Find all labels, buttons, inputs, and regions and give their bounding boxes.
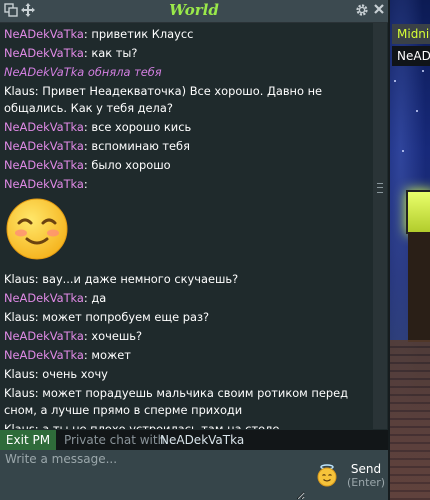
gear-icon[interactable] <box>354 3 370 19</box>
close-icon[interactable] <box>371 3 387 19</box>
message-author[interactable]: Klaus <box>4 272 35 286</box>
input-bar: Send (Enter) <box>0 450 388 500</box>
message-text: может попробуем еще раз? <box>42 310 210 324</box>
message-text: да <box>91 291 107 305</box>
message-author[interactable]: NeADekVaTka <box>4 348 84 362</box>
message-author[interactable]: NeADekVaTka <box>4 46 84 60</box>
message-text: может порадуешь мальчика своим ротиком п… <box>4 386 348 417</box>
chat-message: Klaus: очень хочу <box>4 367 108 381</box>
chat-message: Klaus: вау...и даже немного скучаешь? <box>4 272 239 286</box>
message-input[interactable] <box>0 450 305 500</box>
floor-boards <box>388 340 430 500</box>
chat-titlebar[interactable]: World <box>0 0 388 23</box>
chat-message: NeADekVaTka: может <box>4 348 131 362</box>
message-text: Привет Неадекваточка) Все хорошо. Давно … <box>4 84 323 115</box>
scrollbar[interactable] <box>373 23 387 429</box>
message-text: вау...и даже немного скучаешь? <box>42 272 239 286</box>
message-text: обняла тебя <box>87 65 162 79</box>
message-author[interactable]: NeADekVaTka <box>4 139 84 153</box>
send-label: Send <box>350 462 382 476</box>
message-list[interactable]: NeADekVaTka: приветик Клаусс NeADekVaTka:… <box>0 23 372 429</box>
message-author[interactable]: NeADekVaTka <box>4 120 84 134</box>
message-text: может <box>91 348 131 362</box>
chat-message: NeADekVaTka: вспоминаю тебя <box>4 139 190 153</box>
message-author[interactable]: NeADekVaTka <box>4 65 84 79</box>
message-author[interactable]: Klaus <box>4 367 35 381</box>
chat-window: World NeADekVaTka: приветик Клаусс NeADek… <box>0 0 390 500</box>
lamp-post <box>408 232 430 342</box>
lamp-light <box>406 190 430 234</box>
message-text: хочешь? <box>91 329 143 343</box>
exit-pm-button[interactable]: Exit PM <box>0 430 56 450</box>
private-chat-nick[interactable]: NeADekVaTka <box>160 430 244 450</box>
chat-message: NeADekVaTka: приветик Клаусс <box>4 27 194 41</box>
game-background <box>388 0 430 500</box>
angel-emoji-icon[interactable] <box>315 463 339 487</box>
chat-message: Klaus: может порадуешь мальчика своим ро… <box>4 386 348 417</box>
chat-message: NeADekVaTka: все хорошо кись <box>4 120 192 134</box>
message-author[interactable]: NeADekVaTka <box>4 291 84 305</box>
chat-message: NeADekVaTka обняла тебя <box>4 63 368 82</box>
chat-message: NeADekVaTka: <box>4 175 368 270</box>
message-text: приветик Клаусс <box>91 27 194 41</box>
message-author[interactable]: NeADekVaTka <box>4 158 84 172</box>
message-text: а ты не плохо устроилась там на столе <box>42 422 280 429</box>
chat-message: NeADekVaTka: как ты? <box>4 46 138 60</box>
private-chat-label: Private chat with <box>64 433 166 447</box>
blushing-smile-emoji-icon <box>5 197 69 261</box>
chat-message: Klaus: Привет Неадекваточка) Все хорошо.… <box>4 84 323 115</box>
message-text: вспоминаю тебя <box>91 139 190 153</box>
room-tab[interactable]: Midnight <box>392 24 430 44</box>
message-text: как ты? <box>91 46 138 60</box>
message-author[interactable]: NeADekVaTka <box>4 177 84 191</box>
chat-message: Klaus: а ты не плохо устроилась там на с… <box>4 420 368 429</box>
message-author[interactable]: Klaus <box>4 422 35 429</box>
message-author[interactable]: NeADekVaTka <box>4 27 84 41</box>
message-text: очень хочу <box>42 367 108 381</box>
window-title: World <box>169 1 219 19</box>
user-name-tab[interactable]: NeADekVaTka <box>392 46 430 66</box>
send-button[interactable]: Send (Enter) <box>346 462 386 490</box>
chat-message: NeADekVaTka: да <box>4 291 107 305</box>
scrollbar-grip[interactable] <box>377 183 383 193</box>
message-text: было хорошо <box>91 158 171 172</box>
message-author[interactable]: Klaus <box>4 386 35 400</box>
private-chat-bar: Exit PM Private chat with NeADekVaTka <box>0 430 388 450</box>
chat-message: NeADekVaTka: было хорошо <box>4 158 171 172</box>
chat-message: Klaus: может попробуем еще раз? <box>4 310 210 324</box>
send-shortcut-hint: (Enter) <box>346 476 386 489</box>
message-author[interactable]: Klaus <box>4 84 35 98</box>
chat-message: NeADekVaTka: хочешь? <box>4 329 143 343</box>
message-author[interactable]: Klaus <box>4 310 35 324</box>
message-text: все хорошо кись <box>91 120 192 134</box>
message-author[interactable]: NeADekVaTka <box>4 329 84 343</box>
